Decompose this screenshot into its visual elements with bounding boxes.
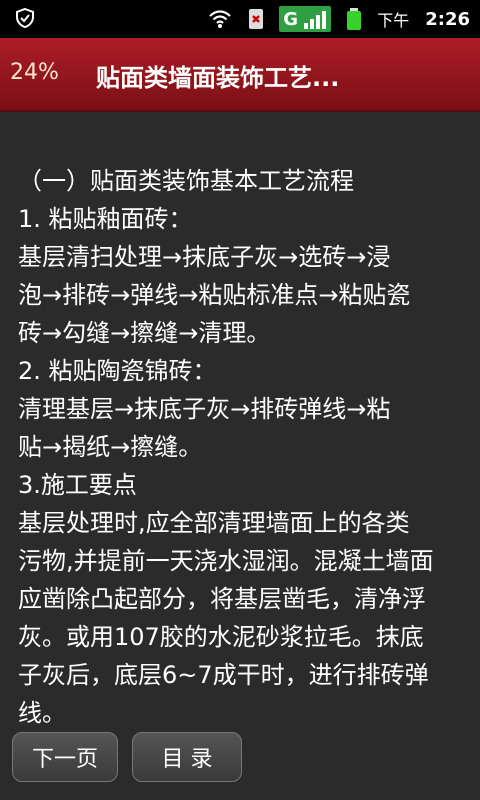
text-line: 清理基层→抹底子灰→排砖弹线→粘 [18, 395, 391, 423]
battery-icon [347, 8, 362, 30]
shield-check-icon [16, 7, 34, 29]
text-line: 1. 粘贴釉面砖： [18, 205, 193, 233]
title-bar: 24% 贴面类墙面装饰工艺... [0, 38, 480, 112]
next-page-button[interactable]: 下一页 [12, 732, 118, 782]
text-line: 灰。或用107胶的水泥砂浆拉毛。抹底 [18, 623, 424, 651]
text-line: 子灰后，底层6~7成干时，进行排砖弹 [18, 661, 429, 689]
text-line: 贴→揭纸→擦缝。 [18, 433, 203, 461]
article-content: （一）贴面类装饰基本工艺流程 1. 粘贴釉面砖： 基层清扫处理→抹底子灰→选砖→… [0, 112, 480, 800]
text-line: 线。 [18, 699, 66, 727]
page-title: 贴面类墙面装饰工艺... [96, 64, 340, 92]
status-time: 2:26 [425, 8, 470, 30]
article-text: （一）贴面类装饰基本工艺流程 1. 粘贴釉面砖： 基层清扫处理→抹底子灰→选砖→… [18, 162, 462, 732]
network-type-label: G [283, 8, 298, 30]
text-line: 泡→排砖→弹线→粘贴标准点→粘贴瓷 [18, 281, 411, 309]
text-line: 3.施工要点 [18, 471, 137, 499]
wifi-icon [209, 10, 231, 28]
text-line: 基层处理时,应全部清理墙面上的各类 [18, 509, 410, 537]
text-line: （一）贴面类装饰基本工艺流程 [18, 167, 354, 195]
text-line: 应凿除凸起部分，将基层凿毛，清净浮 [18, 585, 426, 613]
sim-error-icon [249, 9, 264, 29]
status-ampm: 下午 [377, 11, 410, 30]
table-of-contents-button[interactable]: 目 录 [132, 732, 242, 782]
reading-progress: 24% [10, 60, 59, 85]
network-signal-icon: G [279, 6, 332, 32]
text-line: 2. 粘贴陶瓷锦砖： [18, 357, 217, 385]
status-right: G 下午 2:26 [207, 0, 470, 38]
text-line: 砖→勾缝→擦缝→清理。 [18, 319, 271, 347]
text-line: 污物,并提前一天浇水湿润。混凝土墙面 [18, 547, 434, 575]
signal-bars-icon [304, 11, 327, 29]
status-bar: G 下午 2:26 [0, 0, 480, 38]
text-line: 基层清扫处理→抹底子灰→选砖→浸 [18, 243, 391, 271]
